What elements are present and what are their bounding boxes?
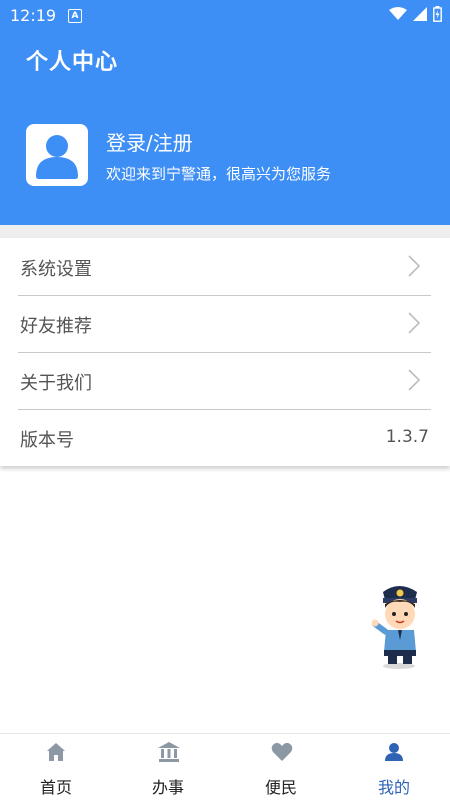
wifi-icon (389, 7, 407, 20)
menu-item-label: 好友推荐 (20, 316, 92, 337)
menu-item-label: 关于我们 (20, 373, 92, 394)
menu-item-about-us[interactable]: 关于我们 (18, 352, 431, 410)
notification-icon: A (68, 9, 82, 23)
avatar[interactable] (26, 124, 88, 186)
settings-menu: 系统设置 好友推荐 关于我们 版本号 1.3.7 (0, 238, 450, 466)
bank-building-icon (158, 742, 180, 762)
menu-item-system-settings[interactable]: 系统设置 (18, 238, 431, 296)
tab-mine[interactable]: 我的 (338, 734, 450, 801)
section-separator (0, 225, 450, 238)
status-bar: 12:19 A (0, 0, 450, 32)
status-icons (389, 6, 442, 22)
menu-item-friend-recommend[interactable]: 好友推荐 (18, 295, 431, 353)
menu-item-label: 系统设置 (20, 259, 92, 280)
menu-item-label: 版本号 (20, 430, 74, 451)
tab-home[interactable]: 首页 (0, 734, 112, 801)
chevron-right-icon (408, 255, 421, 277)
profile-header: 12:19 A 个人中心 登录/注册 欢迎来到宁警通，很高兴为您服务 (0, 0, 450, 225)
tab-label: 便民 (264, 778, 297, 797)
tab-label: 首页 (39, 778, 72, 797)
chevron-right-icon (408, 369, 421, 391)
login-register-link[interactable]: 登录/注册 (106, 127, 193, 156)
menu-item-version: 版本号 1.3.7 (18, 409, 431, 466)
person-icon (385, 743, 403, 761)
tab-services[interactable]: 办事 (112, 734, 224, 801)
status-time: 12:19 (10, 6, 57, 25)
chevron-right-icon (408, 312, 421, 334)
welcome-text: 欢迎来到宁警通，很高兴为您服务 (106, 165, 332, 183)
version-number: 1.3.7 (385, 427, 429, 447)
home-icon (47, 743, 65, 761)
tab-label: 我的 (377, 778, 410, 797)
bottom-tab-bar: 首页 办事 便民 我的 (0, 733, 450, 801)
heart-icon (271, 742, 293, 761)
signal-icon (413, 7, 427, 21)
battery-icon (433, 6, 442, 22)
page-title: 个人中心 (26, 50, 119, 75)
tab-label: 办事 (151, 778, 184, 797)
tab-convenience[interactable]: 便民 (225, 734, 337, 801)
user-avatar-icon (36, 135, 78, 179)
police-mascot-icon (371, 586, 417, 669)
police-mascot-image[interactable] (371, 578, 434, 670)
